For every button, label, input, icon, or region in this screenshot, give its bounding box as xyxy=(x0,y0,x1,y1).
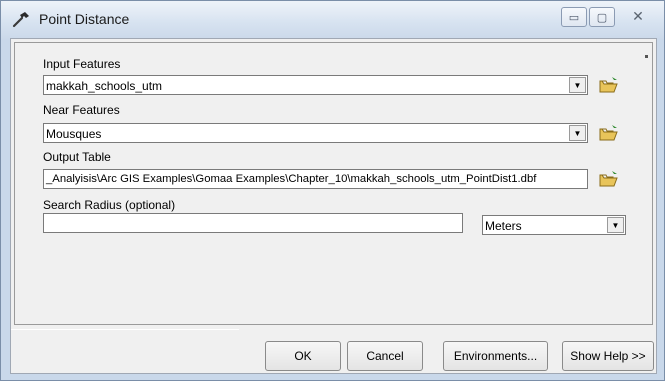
close-icon: ✕ xyxy=(632,9,644,25)
output-table-field[interactable]: _Analyisis\Arc GIS Examples\Gomaa Exampl… xyxy=(43,169,588,189)
environments-button[interactable]: Environments... xyxy=(443,341,548,371)
maximize-button[interactable]: ▢ xyxy=(589,7,615,27)
dropdown-arrow-icon[interactable]: ▼ xyxy=(569,125,586,141)
title-bar[interactable]: Point Distance ▭ ▢ ✕ xyxy=(1,1,664,39)
minimize-icon: ▭ xyxy=(568,10,580,24)
maximize-icon: ▢ xyxy=(596,10,608,24)
divider xyxy=(11,329,239,330)
input-features-combobox[interactable]: makkah_schools_utm ▼ xyxy=(43,75,588,95)
point-distance-window: Point Distance ▭ ▢ ✕ Input Features makk… xyxy=(0,0,665,381)
search-radius-label: Search Radius (optional) xyxy=(43,198,176,212)
near-features-combobox[interactable]: Mousques ▼ xyxy=(43,123,588,143)
panel-corner-mark xyxy=(645,55,648,58)
units-value: Meters xyxy=(485,219,522,233)
close-button[interactable]: ✕ xyxy=(617,7,659,27)
near-features-value: Mousques xyxy=(46,127,102,141)
output-table-label: Output Table xyxy=(43,150,111,164)
open-folder-icon[interactable] xyxy=(598,169,620,189)
ok-button[interactable]: OK xyxy=(265,341,341,371)
open-folder-icon[interactable] xyxy=(598,75,620,95)
input-features-value: makkah_schools_utm xyxy=(46,79,163,93)
near-features-label: Near Features xyxy=(43,103,120,117)
output-table-value: _Analyisis\Arc GIS Examples\Gomaa Exampl… xyxy=(46,173,537,185)
parameters-panel: Input Features makkah_schools_utm ▼ Near… xyxy=(14,42,653,325)
units-combobox[interactable]: Meters ▼ xyxy=(482,215,626,235)
show-help-button[interactable]: Show Help >> xyxy=(562,341,654,371)
dialog-body: Input Features makkah_schools_utm ▼ Near… xyxy=(10,38,657,374)
open-folder-icon[interactable] xyxy=(598,123,620,143)
dropdown-arrow-icon[interactable]: ▼ xyxy=(569,77,586,93)
minimize-button[interactable]: ▭ xyxy=(561,7,587,27)
cancel-button[interactable]: Cancel xyxy=(347,341,423,371)
hammer-icon xyxy=(12,12,29,28)
dropdown-arrow-icon[interactable]: ▼ xyxy=(607,217,624,233)
window-title: Point Distance xyxy=(39,11,130,27)
input-features-label: Input Features xyxy=(43,57,121,71)
search-radius-field[interactable] xyxy=(43,213,463,233)
